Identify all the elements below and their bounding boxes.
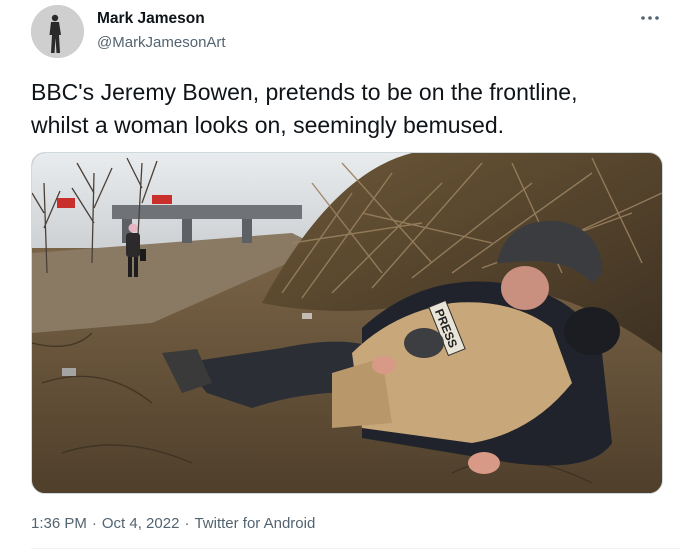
avatar[interactable] [31,5,84,58]
tweet-time[interactable]: 1:36 PM [31,515,87,532]
author-name[interactable]: Mark Jameson [97,10,205,28]
frontline-photo-image: PRESS [32,153,662,493]
tweet-date[interactable]: Oct 4, 2022 [102,515,180,532]
tweet-footer: 1:36 PM · Oct 4, 2022 · Twitter for Android [31,515,315,532]
tweet-photo[interactable]: PRESS [31,152,663,494]
tweet-card: Mark Jameson @MarkJamesonArt BBC's Jerem… [0,0,700,550]
tweet-source[interactable]: Twitter for Android [194,515,315,532]
avatar-figure-image [31,5,84,58]
more-dots-icon[interactable] [638,9,662,27]
separator: · [91,515,97,532]
tweet-text: BBC's Jeremy Bowen, pretends to be on th… [31,79,578,138]
author-handle[interactable]: @MarkJamesonArt [97,34,226,51]
divider [31,548,680,549]
separator: · [184,515,190,532]
